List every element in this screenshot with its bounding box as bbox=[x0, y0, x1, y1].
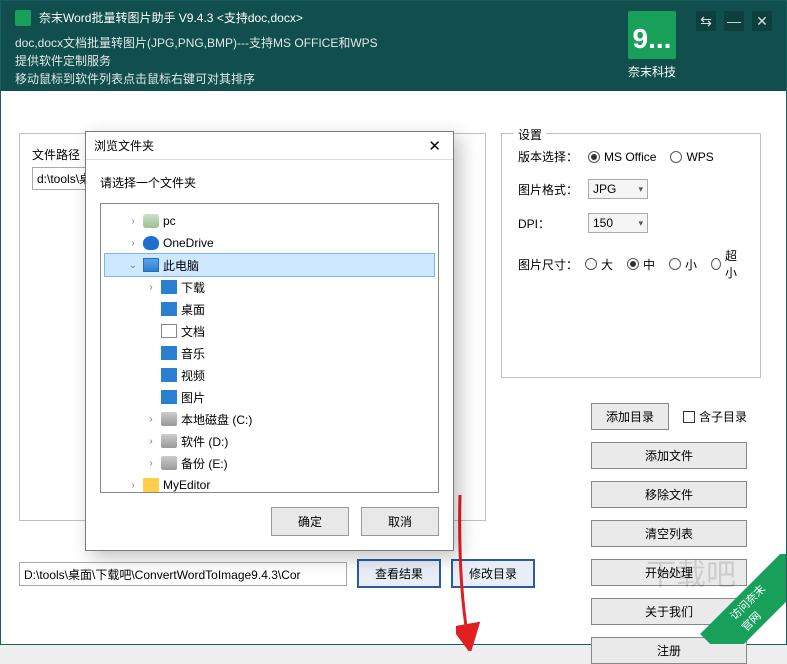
tree-item[interactable]: › 下载 bbox=[105, 276, 434, 298]
music-icon bbox=[161, 346, 177, 360]
tree-item-label: 此电脑 bbox=[163, 257, 199, 274]
remove-file-button[interactable]: 移除文件 bbox=[591, 481, 747, 508]
brand-text: 奈末科技 bbox=[628, 63, 676, 80]
add-file-button[interactable]: 添加文件 bbox=[591, 442, 747, 469]
folder-tree[interactable]: ›pc›OneDrive⌄此电脑›下载桌面文档音乐视频图片›本地磁盘 (C:)›… bbox=[100, 203, 439, 493]
minimize-button[interactable]: — bbox=[724, 11, 744, 31]
tree-item[interactable]: › pc bbox=[105, 210, 434, 232]
tree-item-label: 下载 bbox=[181, 279, 205, 296]
bottom-bar: D:\tools\桌面\下载吧\ConvertWordToImage9.4.3\… bbox=[19, 559, 535, 588]
doc-icon bbox=[161, 324, 177, 338]
dl-icon bbox=[161, 280, 177, 294]
tree-item[interactable]: › OneDrive bbox=[105, 232, 434, 254]
main-window: 奈末Word批量转图片助手 V9.4.3 <支持doc,docx> doc,do… bbox=[0, 0, 787, 645]
version-label: 版本选择： bbox=[518, 148, 588, 165]
dialog-cancel-button[interactable]: 取消 bbox=[361, 507, 439, 536]
brand-block: 9... 奈末科技 bbox=[628, 11, 676, 80]
tree-item-label: 桌面 bbox=[181, 301, 205, 318]
tree-item[interactable]: › 本地磁盘 (C:) bbox=[105, 408, 434, 430]
video-icon bbox=[161, 368, 177, 382]
dialog-close-button[interactable]: ✕ bbox=[424, 137, 445, 155]
brand-logo-icon: 9... bbox=[628, 11, 676, 59]
tree-item[interactable]: › 备份 (E:) bbox=[105, 452, 434, 474]
settings-legend: 设置 bbox=[514, 126, 546, 143]
tree-item-label: MyEditor bbox=[163, 478, 210, 492]
tree-item-label: 视频 bbox=[181, 367, 205, 384]
dpi-select[interactable]: 150▾ bbox=[588, 213, 648, 233]
desk-icon bbox=[161, 302, 177, 316]
expander-icon[interactable]: › bbox=[145, 282, 157, 293]
disk-icon bbox=[161, 434, 177, 448]
radio-wps[interactable]: WPS bbox=[670, 150, 713, 164]
tree-item[interactable]: 桌面 bbox=[105, 298, 434, 320]
corner-ribbon[interactable]: 访问奈末官网 bbox=[696, 554, 786, 644]
format-select[interactable]: JPG▾ bbox=[588, 179, 648, 199]
radio-size-medium[interactable]: 中 bbox=[627, 256, 655, 273]
browse-folder-dialog: 浏览文件夹 ✕ 请选择一个文件夹 › pc › OneDrive ⌄ 此电脑 › 下载桌面文档… bbox=[85, 131, 454, 551]
tree-item-label: 图片 bbox=[181, 389, 205, 406]
radio-size-small[interactable]: 小 bbox=[669, 256, 697, 273]
size-label: 图片尺寸： bbox=[518, 256, 585, 273]
expander-icon[interactable]: › bbox=[127, 238, 139, 249]
expander-icon[interactable]: › bbox=[127, 480, 139, 491]
radio-size-large[interactable]: 大 bbox=[585, 256, 613, 273]
tree-item-label: 文档 bbox=[181, 323, 205, 340]
dpi-label: DPI： bbox=[518, 215, 588, 232]
folder-icon bbox=[143, 478, 159, 492]
format-label: 图片格式： bbox=[518, 181, 588, 198]
expander-icon[interactable]: ⌄ bbox=[127, 260, 139, 271]
add-dir-button[interactable]: 添加目录 bbox=[591, 403, 669, 430]
tree-item-label: 软件 (D:) bbox=[181, 433, 228, 450]
change-dir-button[interactable]: 修改目录 bbox=[451, 559, 535, 588]
chevron-down-icon: ▾ bbox=[638, 184, 643, 195]
titlebar: 奈末Word批量转图片助手 V9.4.3 <支持doc,docx> doc,do… bbox=[1, 1, 786, 91]
tree-item-label: pc bbox=[163, 214, 176, 228]
radio-ms-office[interactable]: MS Office bbox=[588, 150, 656, 164]
tree-item-label: OneDrive bbox=[163, 236, 214, 250]
close-button[interactable]: ✕ bbox=[752, 11, 772, 31]
tree-item[interactable]: 音乐 bbox=[105, 342, 434, 364]
user-icon bbox=[143, 214, 159, 228]
tree-item-label: 备份 (E:) bbox=[181, 455, 228, 472]
include-subdir-checkbox[interactable]: 含子目录 bbox=[683, 408, 747, 425]
expander-icon[interactable]: › bbox=[145, 436, 157, 447]
tree-item[interactable]: › 软件 (D:) bbox=[105, 430, 434, 452]
chevron-down-icon: ▾ bbox=[638, 218, 643, 229]
tree-item[interactable]: 图片 bbox=[105, 386, 434, 408]
disk-icon bbox=[161, 456, 177, 470]
tree-item[interactable]: 视频 bbox=[105, 364, 434, 386]
disk-icon bbox=[161, 412, 177, 426]
dialog-prompt: 请选择一个文件夹 bbox=[100, 174, 439, 191]
dialog-title: 浏览文件夹 bbox=[94, 137, 154, 154]
settings-panel: 设置 版本选择： MS Office WPS 图片格式： JPG▾ DPI： 1… bbox=[501, 133, 761, 378]
app-logo-icon bbox=[15, 10, 31, 26]
app-title: 奈末Word批量转图片助手 V9.4.3 <支持doc,docx> bbox=[39, 9, 303, 26]
img-icon bbox=[161, 390, 177, 404]
radio-size-xsmall[interactable]: 超小 bbox=[711, 247, 744, 281]
pin-button[interactable]: ⇆ bbox=[696, 11, 716, 31]
expander-icon[interactable]: › bbox=[127, 216, 139, 227]
tree-item[interactable]: ⌄ 此电脑 bbox=[105, 254, 434, 276]
expander-icon[interactable]: › bbox=[145, 414, 157, 425]
pc-icon bbox=[143, 258, 159, 272]
view-result-button[interactable]: 查看结果 bbox=[357, 559, 441, 588]
expander-icon[interactable]: › bbox=[145, 458, 157, 469]
clear-list-button[interactable]: 清空列表 bbox=[591, 520, 747, 547]
tree-item-label: 本地磁盘 (C:) bbox=[181, 411, 252, 428]
tree-item-label: 音乐 bbox=[181, 345, 205, 362]
output-path-input[interactable]: D:\tools\桌面\下载吧\ConvertWordToImage9.4.3\… bbox=[19, 562, 347, 586]
dialog-ok-button[interactable]: 确定 bbox=[271, 507, 349, 536]
cloud-icon bbox=[143, 236, 159, 250]
tree-item[interactable]: 文档 bbox=[105, 320, 434, 342]
tree-item[interactable]: › MyEditor bbox=[105, 474, 434, 493]
